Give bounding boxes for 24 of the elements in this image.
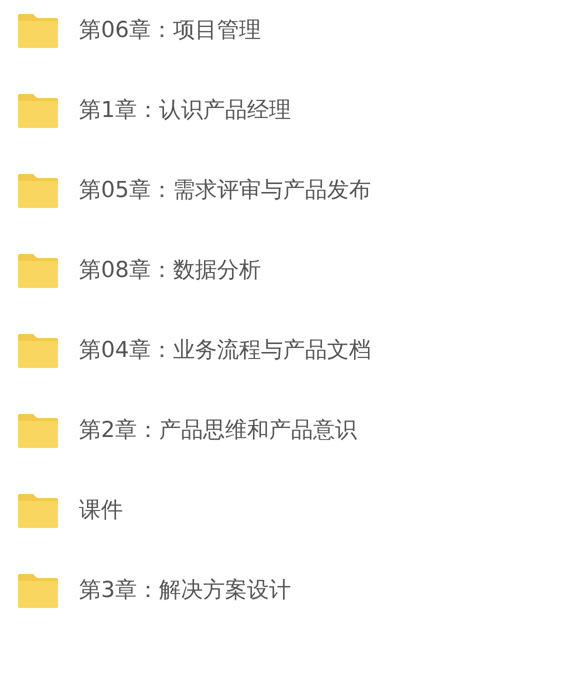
- folder-name: 第05章：需求评审与产品发布: [79, 177, 371, 205]
- folder-icon: [18, 252, 58, 288]
- folder-name: 第08章：数据分析: [79, 257, 261, 285]
- folder-name: 第04章：业务流程与产品文档: [79, 337, 371, 365]
- folder-icon: [18, 172, 58, 208]
- folder-item[interactable]: 第3章：解决方案设计: [18, 560, 291, 620]
- folder-icon: [18, 412, 58, 448]
- folder-item[interactable]: 第04章：业务流程与产品文档: [18, 320, 371, 380]
- folder-item[interactable]: 第08章：数据分析: [18, 240, 261, 300]
- folder-icon: [18, 332, 58, 368]
- folder-icon: [18, 492, 58, 528]
- folder-name: 第3章：解决方案设计: [79, 577, 291, 605]
- folder-item[interactable]: 课件: [18, 480, 123, 540]
- folder-icon: [18, 12, 58, 48]
- folder-name: 第06章：项目管理: [79, 17, 261, 45]
- folder-name: 第1章：认识产品经理: [79, 97, 291, 125]
- folder-name: 第2章：产品思维和产品意识: [79, 417, 357, 445]
- folder-item[interactable]: 第05章：需求评审与产品发布: [18, 160, 371, 220]
- folder-icon: [18, 572, 58, 608]
- folder-item[interactable]: 第1章：认识产品经理: [18, 80, 291, 140]
- folder-name: 课件: [79, 497, 123, 525]
- folder-item[interactable]: 第2章：产品思维和产品意识: [18, 400, 357, 460]
- folder-icon: [18, 92, 58, 128]
- folder-item[interactable]: 第06章：项目管理: [18, 0, 261, 60]
